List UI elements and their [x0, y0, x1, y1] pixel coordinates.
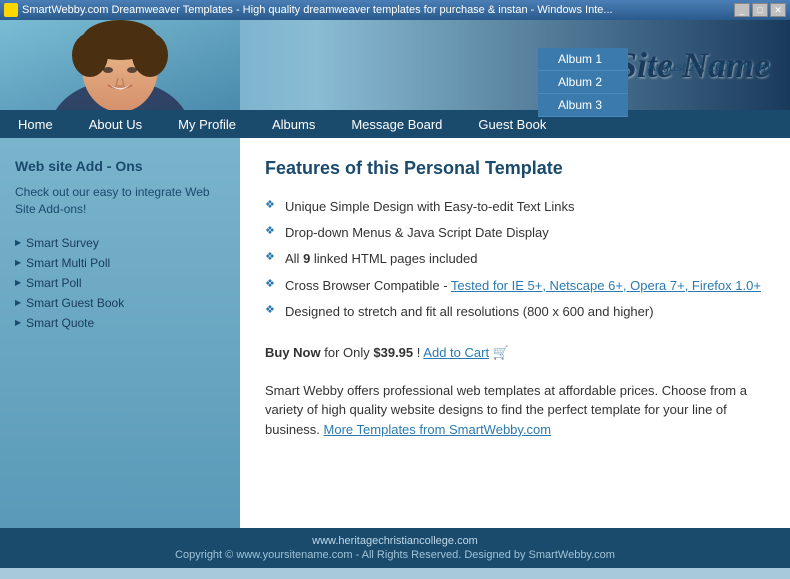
- more-templates-link[interactable]: More Templates from SmartWebby.com: [324, 422, 552, 437]
- buy-section: Buy Now for Only $39.95 ! Add to Cart 🛒: [265, 345, 765, 361]
- feature-item-5: Designed to stretch and fit all resoluti…: [265, 299, 765, 325]
- title-bar-left: SmartWebby.com Dreamweaver Templates - H…: [4, 3, 613, 17]
- date-display: August 27, 2007 (Mon): [648, 60, 770, 74]
- nav-item-about[interactable]: About Us: [71, 110, 160, 138]
- nav-item-profile[interactable]: My Profile: [160, 110, 254, 138]
- maximize-button[interactable]: □: [752, 3, 768, 17]
- nav-item-home[interactable]: Home: [0, 110, 71, 138]
- sidebar: Web site Add - Ons Check out our easy to…: [0, 138, 240, 528]
- buy-suffix: !: [417, 345, 421, 360]
- sidebar-link-poll[interactable]: Smart Poll: [15, 273, 225, 293]
- album-item-3[interactable]: Album 3: [538, 94, 628, 117]
- browser-compat-link[interactable]: Tested for IE 5+, Netscape 6+, Opera 7+,…: [451, 278, 761, 293]
- nav-bar: Home About Us My Profile Albums Message …: [0, 110, 790, 138]
- close-button[interactable]: ✕: [770, 3, 786, 17]
- buy-label: Buy Now: [265, 345, 321, 360]
- sidebar-link-multi-poll[interactable]: Smart Multi Poll: [15, 253, 225, 273]
- header-photo: [0, 20, 240, 110]
- sidebar-link-quote[interactable]: Smart Quote: [15, 313, 225, 333]
- sidebar-link-guest-book[interactable]: Smart Guest Book: [15, 293, 225, 313]
- cart-icon: 🛒: [493, 345, 509, 360]
- album-item-2[interactable]: Album 2: [538, 71, 628, 94]
- browser-icon: [4, 3, 18, 17]
- nav-item-message-board[interactable]: Message Board: [333, 110, 460, 138]
- description: Smart Webby offers professional web temp…: [265, 381, 765, 440]
- sidebar-title: Web site Add - Ons: [15, 158, 225, 174]
- footer-url: www.heritagechristiancollege.com: [312, 535, 478, 547]
- main-title: Features of this Personal Template: [265, 158, 765, 179]
- buy-text: for Only: [324, 345, 373, 360]
- sidebar-links: Smart Survey Smart Multi Poll Smart Poll…: [15, 233, 225, 333]
- feature-item-2: Drop-down Menus & Java Script Date Displ…: [265, 220, 765, 246]
- footer: www.heritagechristiancollege.com Copyrig…: [0, 528, 790, 568]
- nav-item-albums[interactable]: Albums: [254, 110, 333, 138]
- footer-copyright: Copyright © www.yoursitename.com - All R…: [175, 549, 615, 561]
- sidebar-description: Check out our easy to integrate Web Site…: [15, 184, 225, 218]
- minimize-button[interactable]: _: [734, 3, 750, 17]
- feature-item-4: Cross Browser Compatible - Tested for IE…: [265, 273, 765, 299]
- title-bar-buttons[interactable]: _ □ ✕: [734, 3, 786, 17]
- feature-list: Unique Simple Design with Easy-to-edit T…: [265, 194, 765, 325]
- sidebar-link-survey[interactable]: Smart Survey: [15, 233, 225, 253]
- add-to-cart-link[interactable]: Add to Cart: [423, 345, 489, 360]
- albums-dropdown: Album 1 Album 2 Album 3: [538, 48, 628, 117]
- content-wrapper: Web site Add - Ons Check out our easy to…: [0, 138, 790, 528]
- price: $39.95: [373, 345, 413, 360]
- window-title: SmartWebby.com Dreamweaver Templates - H…: [22, 4, 613, 16]
- feature-item-3: All 9 linked HTML pages included: [265, 246, 765, 272]
- title-bar: SmartWebby.com Dreamweaver Templates - H…: [0, 0, 790, 20]
- album-item-1[interactable]: Album 1: [538, 48, 628, 71]
- main-content: Features of this Personal Template Uniqu…: [240, 138, 790, 528]
- browser-content: Your Site Name Home About Us My Profile …: [0, 20, 790, 579]
- feature-item-1: Unique Simple Design with Easy-to-edit T…: [265, 194, 765, 220]
